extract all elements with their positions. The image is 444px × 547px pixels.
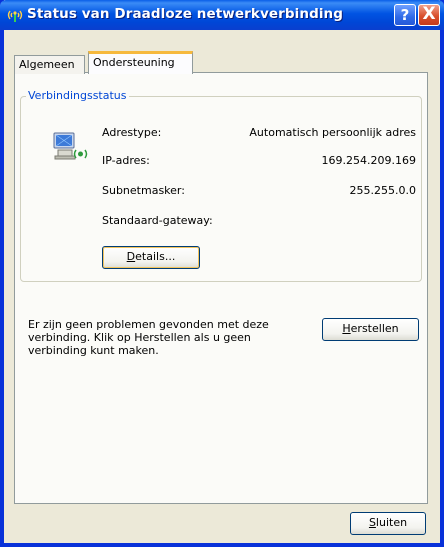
subnet-mask-label: Subnetmasker:: [102, 184, 185, 197]
close-button-label: Sluiten: [368, 516, 408, 529]
ip-address-label: IP-adres:: [102, 154, 150, 167]
details-button-label: Details...: [126, 250, 176, 263]
address-type-value: Automatisch persoonlijk adres: [249, 126, 416, 139]
repair-button-label: Herstellen: [342, 322, 399, 335]
close-window-button[interactable]: X: [418, 4, 440, 26]
close-icon: X: [422, 4, 436, 24]
tab-algemeen[interactable]: Algemeen: [14, 55, 85, 74]
close-button[interactable]: Sluiten: [350, 512, 426, 535]
repair-button[interactable]: Herstellen: [322, 318, 419, 341]
network-computer-icon: [53, 132, 88, 160]
details-button[interactable]: Details...: [102, 246, 200, 269]
status-message: Er zijn geen problemen gevonden met deze…: [28, 318, 269, 357]
subnet-mask-value: 255.255.0.0: [349, 184, 416, 197]
default-gateway-label: Standaard-gateway:: [102, 214, 213, 227]
window-title: Status van Draadloze netwerkverbinding: [27, 6, 344, 22]
help-button[interactable]: ?: [394, 4, 416, 26]
address-type-label: Adrestype:: [102, 126, 162, 139]
ip-address-value: 169.254.209.169: [321, 154, 416, 167]
help-icon: ?: [400, 6, 410, 24]
wireless-network-icon: [7, 10, 23, 22]
group-title: Verbindingsstatus: [26, 89, 129, 102]
title-bar[interactable]: Status van Draadloze netwerkverbinding ?…: [0, 0, 444, 30]
tab-ondersteuning[interactable]: Ondersteuning: [88, 51, 193, 74]
